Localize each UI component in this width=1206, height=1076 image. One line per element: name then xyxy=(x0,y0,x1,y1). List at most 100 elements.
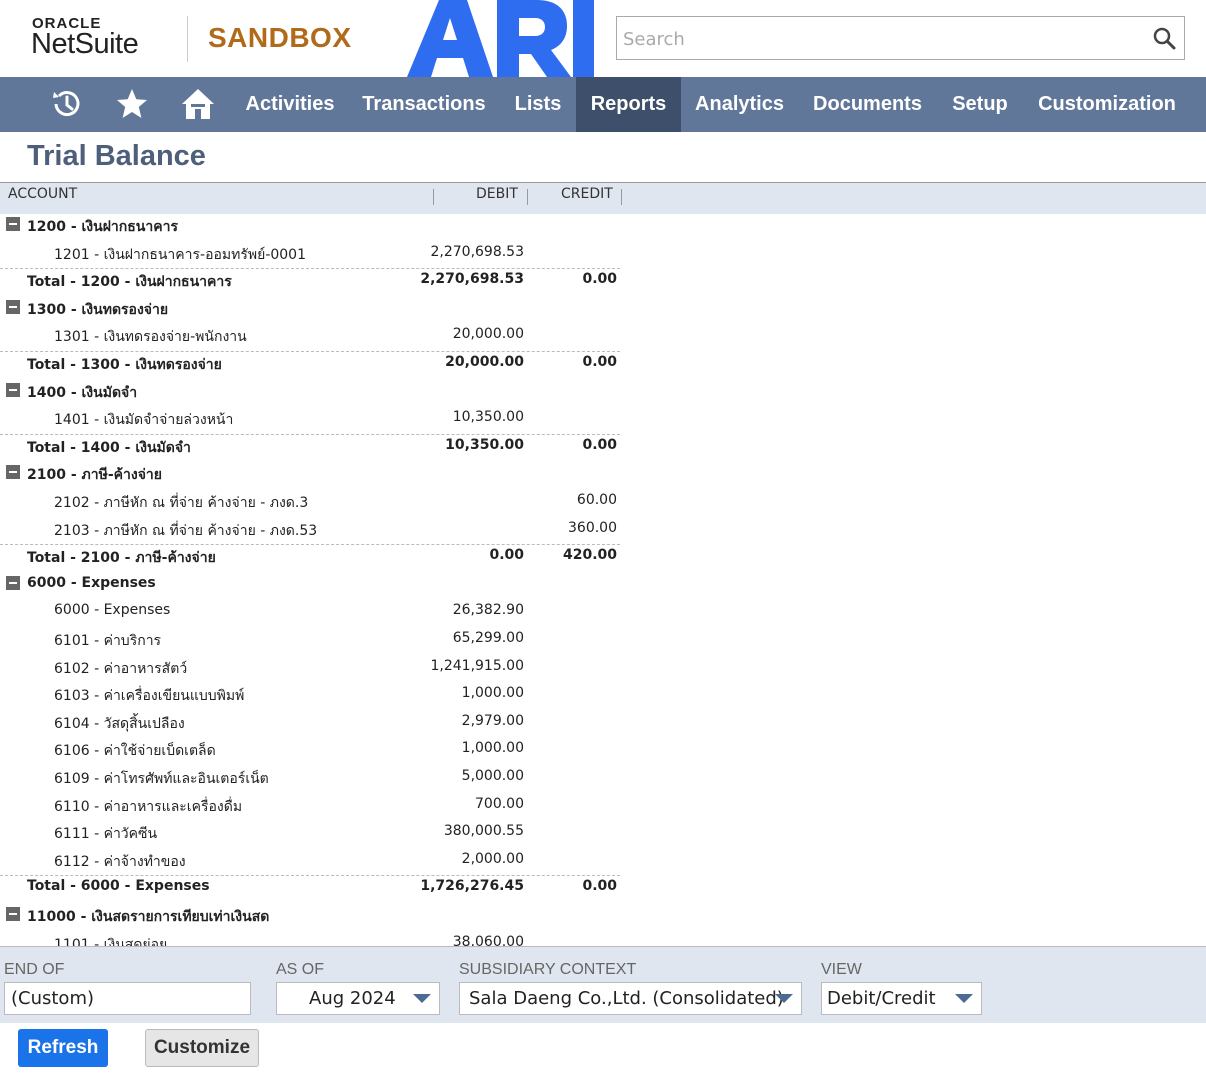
view-value: Debit/Credit xyxy=(827,988,936,1009)
nav-customization[interactable]: Customization xyxy=(1023,77,1191,132)
table-row[interactable]: 1301 - เงินทดรองจ่าย-พนักงาน 20,000.00 xyxy=(0,324,620,352)
netsuite-wordmark[interactable]: NetSuite xyxy=(31,28,139,61)
debit-amount[interactable]: 5,000.00 xyxy=(462,768,524,784)
company-logo[interactable] xyxy=(405,0,595,77)
table-row[interactable]: 2102 - ภาษีหัก ณ ที่จ่าย ค้างจ่าย - ภงด.… xyxy=(0,490,620,518)
debit-amount[interactable]: 10,350.00 xyxy=(453,409,524,425)
debit-amount: 20,000.00 xyxy=(445,354,524,370)
subsidiary-value: Sala Daeng Co.,Ltd. (Consolidated) xyxy=(469,988,784,1009)
global-search[interactable] xyxy=(616,16,1185,60)
nav-transactions[interactable]: Transactions xyxy=(348,77,500,132)
nav-lists[interactable]: Lists xyxy=(500,77,576,132)
as-of-select[interactable]: Aug 2024 xyxy=(276,982,440,1015)
table-row[interactable]: 1101 - เงินสดย่อย 38,060.00 xyxy=(0,932,620,946)
table-row[interactable]: 2103 - ภาษีหัก ณ ที่จ่าย ค้างจ่าย - ภงด.… xyxy=(0,518,620,546)
recent-icon[interactable] xyxy=(48,86,84,122)
debit-amount[interactable]: 26,382.90 xyxy=(453,602,524,618)
debit-amount[interactable]: 20,000.00 xyxy=(453,326,524,342)
table-row[interactable]: 6109 - ค่าโทรศัพท์และอินเตอร์เน็ต 5,000.0… xyxy=(0,766,620,794)
collapse-icon[interactable] xyxy=(6,300,20,314)
account-name[interactable]: 6111 - ค่าวัคซีน xyxy=(54,823,157,845)
table-header: ACCOUNT DEBIT CREDIT xyxy=(0,183,1206,214)
account-name[interactable]: 6110 - ค่าอาหารและเครื่องดื่ม xyxy=(54,796,242,818)
end-of-label: END OF xyxy=(4,961,65,978)
debit-amount[interactable]: 700.00 xyxy=(475,796,524,812)
table-row[interactable]: 6103 - ค่าเครื่องเขียนแบบพิมพ์ 1,000.00 xyxy=(0,683,620,711)
debit-amount[interactable]: 380,000.55 xyxy=(444,823,524,839)
row-separator xyxy=(0,351,620,352)
col-debit[interactable]: DEBIT xyxy=(476,186,518,202)
account-name[interactable]: 6000 - Expenses xyxy=(54,602,170,618)
customize-button[interactable]: Customize xyxy=(145,1029,259,1067)
account-name[interactable]: 6112 - ค่าจ้างทำของ xyxy=(54,851,186,873)
star-icon[interactable] xyxy=(114,86,150,122)
debit-amount[interactable]: 38,060.00 xyxy=(453,934,524,946)
table-row[interactable]: 6104 - วัสดุสิ้นเปลือง 2,979.00 xyxy=(0,711,620,739)
debit-amount[interactable]: 65,299.00 xyxy=(453,630,524,646)
table-row[interactable]: 6110 - ค่าอาหารและเครื่องดื่ม 700.00 xyxy=(0,794,620,822)
end-of-field[interactable]: (Custom) xyxy=(4,982,251,1015)
total-row: Total - 6000 - Expenses 1,726,276.45 0.00 xyxy=(0,876,620,904)
credit-amount[interactable]: 360.00 xyxy=(568,520,617,536)
view-select[interactable]: Debit/Credit xyxy=(821,982,982,1015)
page-title: Trial Balance xyxy=(27,140,206,172)
debit-amount[interactable]: 2,270,698.53 xyxy=(430,244,524,260)
total-row: Total - 2100 - ภาษี-ค้างจ่าย 0.00 420.00 xyxy=(0,545,620,573)
account-name[interactable]: 6109 - ค่าโทรศัพท์และอินเตอร์เน็ต xyxy=(54,768,269,790)
credit-amount: 0.00 xyxy=(582,271,617,287)
account-name[interactable]: 2102 - ภาษีหัก ณ ที่จ่าย ค้างจ่าย - ภงด.… xyxy=(54,492,308,514)
account-name[interactable]: 6104 - วัสดุสิ้นเปลือง xyxy=(54,713,185,735)
credit-amount: 0.00 xyxy=(582,437,617,453)
home-icon[interactable] xyxy=(180,86,216,122)
nav-reports[interactable]: Reports xyxy=(576,77,681,132)
debit-amount[interactable]: 1,241,915.00 xyxy=(430,658,524,674)
table-row[interactable]: 6000 - Expenses 26,382.90 xyxy=(0,600,620,628)
search-icon[interactable] xyxy=(1152,26,1176,50)
account-name[interactable]: 1401 - เงินมัดจำจ่ายล่วงหน้า xyxy=(54,409,233,431)
table-row[interactable]: 6111 - ค่าวัคซีน 380,000.55 xyxy=(0,821,620,849)
debit-amount[interactable]: 2,000.00 xyxy=(462,851,524,867)
col-resize-handle[interactable] xyxy=(621,189,622,205)
nav-analytics[interactable]: Analytics xyxy=(681,77,798,132)
account-name[interactable]: 1101 - เงินสดย่อย xyxy=(54,934,167,946)
table-row[interactable]: 6102 - ค่าอาหารสัตว์ 1,241,915.00 xyxy=(0,656,620,684)
col-resize-handle[interactable] xyxy=(433,189,434,205)
chevron-down-icon[interactable] xyxy=(413,994,431,1003)
table-row[interactable]: 1401 - เงินมัดจำจ่ายล่วงหน้า 10,350.00 xyxy=(0,407,620,435)
account-name[interactable]: 1301 - เงินทดรองจ่าย-พนักงาน xyxy=(54,326,247,348)
search-input[interactable] xyxy=(621,25,1145,53)
group-row: 1300 - เงินทดรองจ่าย xyxy=(0,297,620,325)
chevron-down-icon[interactable] xyxy=(775,994,793,1003)
subsidiary-select[interactable]: Sala Daeng Co.,Ltd. (Consolidated) xyxy=(459,982,802,1015)
debit-amount[interactable]: 1,000.00 xyxy=(462,740,524,756)
group-row: 6000 - Expenses xyxy=(0,573,620,601)
table-row[interactable]: 1201 - เงินฝากธนาคาร-ออมทรัพย์-0001 2,270… xyxy=(0,242,620,270)
account-name[interactable]: 6102 - ค่าอาหารสัตว์ xyxy=(54,658,187,680)
chevron-down-icon[interactable] xyxy=(955,994,973,1003)
table-row[interactable]: 6101 - ค่าบริการ 65,299.00 xyxy=(0,628,620,656)
collapse-icon[interactable] xyxy=(6,465,20,479)
collapse-icon[interactable] xyxy=(6,383,20,397)
collapse-icon[interactable] xyxy=(6,217,20,231)
account-name[interactable]: 6101 - ค่าบริการ xyxy=(54,630,161,652)
table-row[interactable]: 6106 - ค่าใช้จ่ายเบ็ดเตล็ด 1,000.00 xyxy=(0,738,620,766)
row-separator xyxy=(0,268,620,269)
col-resize-handle[interactable] xyxy=(527,189,528,205)
col-credit[interactable]: CREDIT xyxy=(561,186,613,202)
account-name[interactable]: 6106 - ค่าใช้จ่ายเบ็ดเตล็ด xyxy=(54,740,216,762)
account-name[interactable]: 6103 - ค่าเครื่องเขียนแบบพิมพ์ xyxy=(54,685,244,707)
col-account[interactable]: ACCOUNT xyxy=(8,186,77,202)
nav-documents[interactable]: Documents xyxy=(798,77,937,132)
collapse-icon[interactable] xyxy=(6,576,20,590)
credit-amount[interactable]: 60.00 xyxy=(577,492,617,508)
collapse-icon[interactable] xyxy=(6,907,20,921)
environment-label: SANDBOX xyxy=(208,22,352,53)
nav-setup[interactable]: Setup xyxy=(937,77,1023,132)
table-row[interactable]: 6112 - ค่าจ้างทำของ 2,000.00 xyxy=(0,849,620,877)
refresh-button[interactable]: Refresh xyxy=(18,1029,108,1067)
nav-activities[interactable]: Activities xyxy=(232,77,348,132)
account-name[interactable]: 2103 - ภาษีหัก ณ ที่จ่าย ค้างจ่าย - ภงด.… xyxy=(54,520,317,542)
debit-amount[interactable]: 1,000.00 xyxy=(462,685,524,701)
account-name[interactable]: 1201 - เงินฝากธนาคาร-ออมทรัพย์-0001 xyxy=(54,244,306,266)
debit-amount[interactable]: 2,979.00 xyxy=(462,713,524,729)
